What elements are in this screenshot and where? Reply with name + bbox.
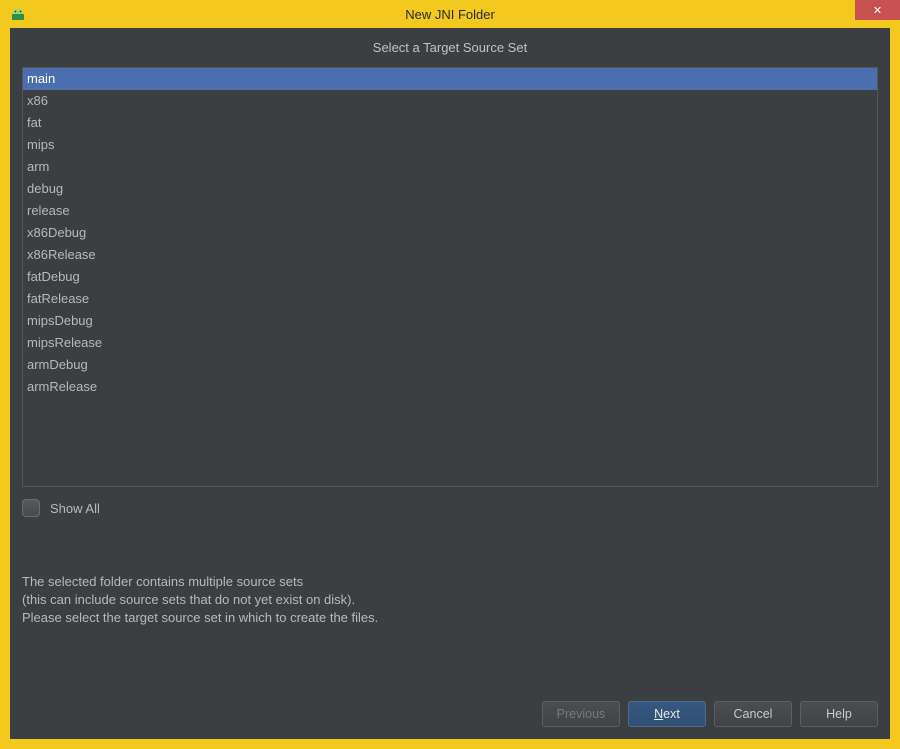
source-set-listbox[interactable]: mainx86fatmipsarmdebugreleasex86Debugx86… <box>22 67 878 487</box>
show-all-label: Show All <box>50 501 100 516</box>
source-set-item[interactable]: armDebug <box>23 354 877 376</box>
source-set-item[interactable]: fatDebug <box>23 266 877 288</box>
info-line: The selected folder contains multiple so… <box>22 573 878 591</box>
button-row: Previous Next Cancel Help <box>22 683 878 727</box>
source-set-item[interactable]: x86Debug <box>23 222 877 244</box>
info-text: The selected folder contains multiple so… <box>22 573 878 627</box>
source-set-item[interactable]: fatRelease <box>23 288 877 310</box>
previous-button[interactable]: Previous <box>542 701 620 727</box>
button-label: Cancel <box>734 707 773 721</box>
close-icon: ✕ <box>873 4 882 17</box>
source-set-item[interactable]: mipsDebug <box>23 310 877 332</box>
dialog-content: Select a Target Source Set mainx86fatmip… <box>10 28 890 739</box>
info-line: Please select the target source set in w… <box>22 609 878 627</box>
source-set-item[interactable]: x86Release <box>23 244 877 266</box>
show-all-row: Show All <box>22 499 878 517</box>
source-set-item[interactable]: arm <box>23 156 877 178</box>
source-set-item[interactable]: mips <box>23 134 877 156</box>
help-button[interactable]: Help <box>800 701 878 727</box>
android-app-icon <box>10 6 26 22</box>
source-set-item[interactable]: release <box>23 200 877 222</box>
titlebar: New JNI Folder ✕ <box>0 0 900 28</box>
button-label: Help <box>826 707 852 721</box>
button-label: Previous <box>557 707 606 721</box>
close-button[interactable]: ✕ <box>855 0 900 20</box>
source-set-item[interactable]: debug <box>23 178 877 200</box>
button-label: Next <box>654 707 680 721</box>
show-all-checkbox[interactable] <box>22 499 40 517</box>
source-set-item[interactable]: mipsRelease <box>23 332 877 354</box>
cancel-button[interactable]: Cancel <box>714 701 792 727</box>
source-set-item[interactable]: main <box>23 68 877 90</box>
source-set-item[interactable]: fat <box>23 112 877 134</box>
info-line: (this can include source sets that do no… <box>22 591 878 609</box>
next-button[interactable]: Next <box>628 701 706 727</box>
section-heading: Select a Target Source Set <box>22 40 878 55</box>
dialog-window: New JNI Folder ✕ Select a Target Source … <box>0 0 900 749</box>
window-title: New JNI Folder <box>405 7 495 22</box>
source-set-item[interactable]: armRelease <box>23 376 877 398</box>
source-set-item[interactable]: x86 <box>23 90 877 112</box>
